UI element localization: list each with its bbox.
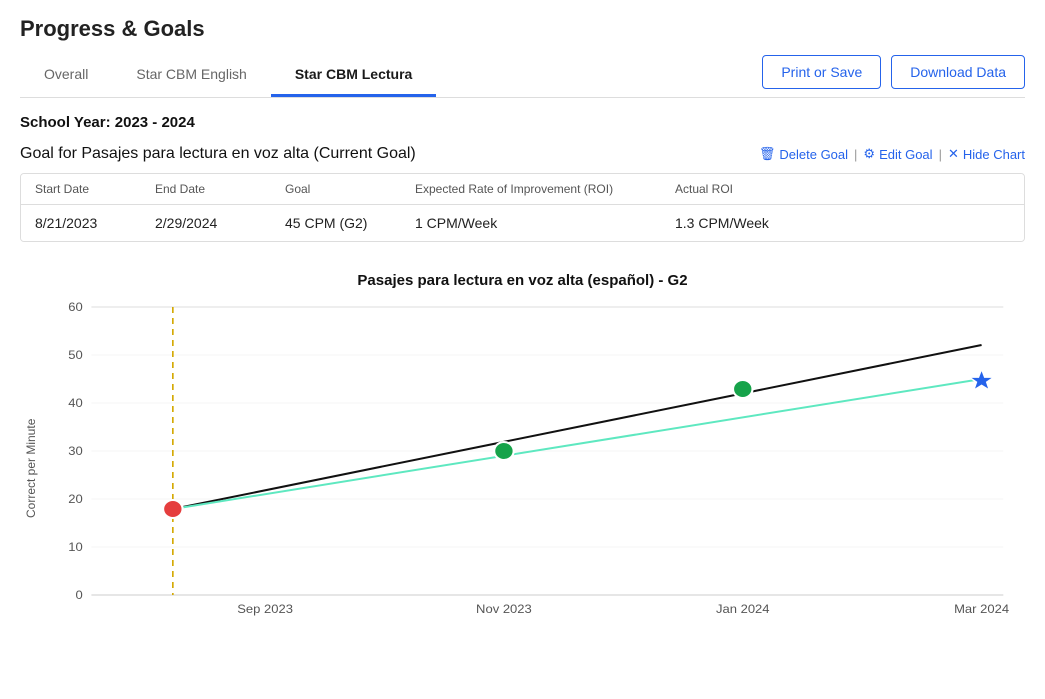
- action-buttons: Print or Save Download Data: [762, 55, 1025, 97]
- cell-start-date: 8/21/2023: [35, 215, 155, 231]
- svg-text:60: 60: [68, 300, 83, 313]
- cell-goal: 45 CPM (G2): [285, 215, 415, 231]
- chart-title: Pasajes para lectura en voz alta (españo…: [20, 272, 1025, 289]
- goal-header: Goal for Pasajes para lectura en voz alt…: [20, 145, 1025, 163]
- goal-table-row: 8/21/2023 2/29/2024 45 CPM (G2) 1 CPM/We…: [21, 205, 1024, 241]
- tabs-bar: Overall Star CBM English Star CBM Lectur…: [20, 54, 1025, 98]
- tab-star-cbm-english[interactable]: Star CBM English: [112, 54, 270, 97]
- svg-text:50: 50: [68, 348, 83, 361]
- col-goal: Goal: [285, 182, 415, 196]
- download-data-button[interactable]: Download Data: [891, 55, 1025, 89]
- svg-text:Mar 2024: Mar 2024: [954, 602, 1009, 615]
- col-end-date: End Date: [155, 182, 285, 196]
- svg-text:0: 0: [75, 588, 82, 601]
- gear-icon: ⚙: [863, 146, 875, 162]
- goal-table: Start Date End Date Goal Expected Rate o…: [20, 173, 1025, 242]
- cell-actual-roi: 1.3 CPM/Week: [675, 215, 875, 231]
- tab-star-cbm-lectura[interactable]: Star CBM Lectura: [271, 54, 436, 97]
- cell-expected-roi: 1 CPM/Week: [415, 215, 675, 231]
- chart-container: Pasajes para lectura en voz alta (españo…: [20, 262, 1025, 640]
- svg-text:Jan 2024: Jan 2024: [716, 602, 770, 615]
- goal-table-header: Start Date End Date Goal Expected Rate o…: [21, 174, 1024, 205]
- cell-end-date: 2/29/2024: [155, 215, 285, 231]
- col-start-date: Start Date: [35, 182, 155, 196]
- svg-text:Nov 2023: Nov 2023: [476, 602, 532, 615]
- separator-1: |: [854, 147, 857, 162]
- edit-goal-link[interactable]: ⚙ Edit Goal: [863, 146, 932, 162]
- chart-wrap: Correct per Minute 60 50 40 30 20 10: [20, 297, 1025, 640]
- col-actual-roi: Actual ROI: [675, 182, 875, 196]
- hide-chart-link[interactable]: ✕ Hide Chart: [948, 146, 1025, 162]
- school-year-label: School Year: 2023 - 2024: [20, 114, 1025, 131]
- svg-text:Sep 2023: Sep 2023: [237, 602, 293, 615]
- svg-text:30: 30: [68, 444, 83, 457]
- svg-text:40: 40: [68, 396, 83, 409]
- y-axis-label: Correct per Minute: [20, 297, 48, 640]
- tab-overall[interactable]: Overall: [20, 54, 112, 97]
- print-save-button[interactable]: Print or Save: [762, 55, 881, 89]
- col-expected-roi: Expected Rate of Improvement (ROI): [415, 182, 675, 196]
- goal-title: Goal for Pasajes para lectura en voz alt…: [20, 145, 416, 163]
- close-icon: ✕: [948, 146, 959, 162]
- chart-svg: 60 50 40 30 20 10 0: [48, 297, 1025, 637]
- goal-action-links: 🗑 Delete Goal | ⚙ Edit Goal | ✕ Hide Cha…: [759, 146, 1025, 162]
- separator-2: |: [939, 147, 942, 162]
- page-title: Progress & Goals: [20, 16, 1025, 42]
- svg-text:20: 20: [68, 492, 83, 505]
- svg-text:10: 10: [68, 540, 83, 553]
- delete-goal-link[interactable]: 🗑 Delete Goal: [759, 146, 848, 162]
- chart-inner: 60 50 40 30 20 10 0: [48, 297, 1025, 640]
- trash-icon: 🗑: [759, 146, 776, 162]
- tab-list: Overall Star CBM English Star CBM Lectur…: [20, 54, 762, 97]
